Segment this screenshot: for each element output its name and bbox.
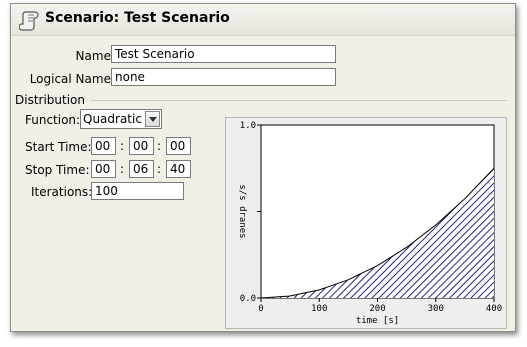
chart-svg: 0 100 200 300 400 0.0 1.0 time [s] s/s dranes: [237, 121, 502, 326]
start-time-label: Start Time:: [25, 140, 92, 154]
x-axis: 0 100 200 300 400: [258, 298, 502, 314]
logical-name-field[interactable]: none: [111, 68, 336, 86]
y-tick-label: 1.0: [240, 121, 256, 131]
start-minutes-field[interactable]: 00: [129, 137, 154, 155]
section-divider: [91, 100, 507, 101]
time-separator: :: [157, 139, 162, 153]
function-select-value: Quadratic: [83, 112, 142, 126]
panel-header: Scenario: Test Scenario: [11, 4, 515, 36]
function-select[interactable]: Quadratic: [80, 109, 162, 129]
x-tick-label: 0: [258, 304, 263, 314]
logical-name-label: Logical Name:: [29, 72, 115, 86]
page-title: Scenario: Test Scenario: [45, 10, 230, 26]
start-hours-field[interactable]: 00: [91, 137, 116, 155]
stop-minutes-field[interactable]: 06: [129, 160, 154, 178]
iterations-field[interactable]: 100: [91, 182, 184, 200]
y-tick-label: 0.0: [240, 294, 256, 304]
scenario-panel: Scenario: Test Scenario Name: Test Scena…: [10, 3, 516, 332]
name-field[interactable]: Test Scenario: [111, 45, 336, 63]
function-label: Function:: [25, 113, 81, 127]
distribution-section-label: Distribution: [15, 93, 86, 107]
scroll-icon: [19, 11, 39, 31]
iterations-label: Iterations:: [31, 185, 93, 199]
x-tick-label: 200: [369, 304, 385, 314]
stop-seconds-field[interactable]: 40: [166, 160, 191, 178]
x-tick-label: 300: [428, 304, 444, 314]
stop-time-label: Stop Time:: [25, 163, 90, 177]
stop-hours-field[interactable]: 00: [91, 160, 116, 178]
y-axis-label: s/s dranes: [237, 184, 247, 238]
name-label: Name:: [75, 49, 115, 63]
time-separator: :: [157, 162, 162, 176]
time-separator: :: [120, 162, 125, 176]
x-tick-label: 400: [486, 304, 502, 314]
chevron-down-icon[interactable]: [145, 111, 160, 127]
x-axis-label: time [s]: [356, 316, 399, 326]
distribution-chart: 0 100 200 300 400 0.0 1.0 time [s] s/s dranes: [225, 117, 507, 329]
time-separator: :: [120, 139, 125, 153]
start-seconds-field[interactable]: 00: [166, 137, 191, 155]
x-tick-label: 100: [311, 304, 327, 314]
